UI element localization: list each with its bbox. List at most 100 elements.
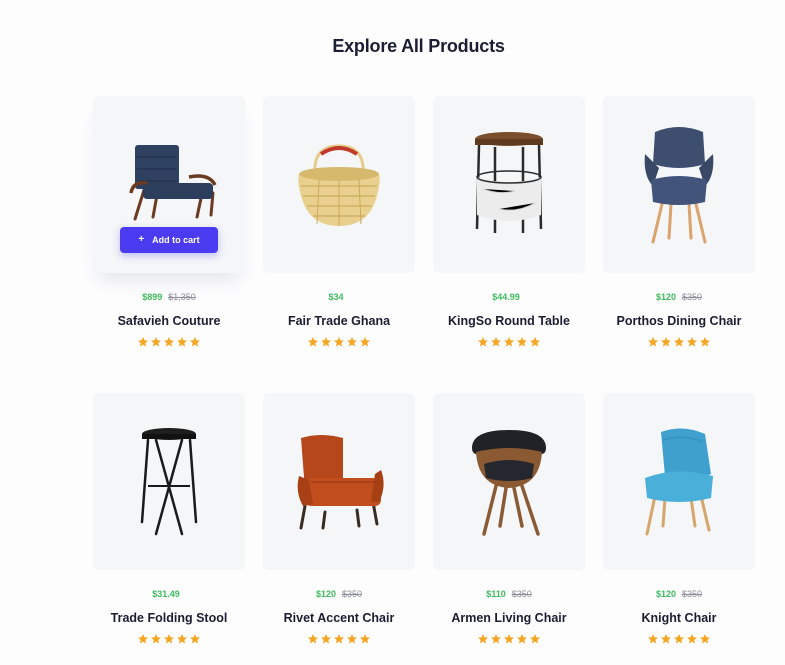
star-icon bbox=[190, 337, 200, 347]
star-icon bbox=[687, 337, 697, 347]
product-old-price: $1,350 bbox=[168, 292, 196, 302]
rating-stars bbox=[263, 336, 415, 348]
star-icon bbox=[138, 634, 148, 644]
product-image[interactable] bbox=[603, 393, 755, 570]
product-image[interactable] bbox=[263, 96, 415, 273]
star-icon bbox=[478, 634, 488, 644]
basket-icon bbox=[298, 143, 380, 226]
star-icon bbox=[700, 634, 710, 644]
price-row: $110 $350 bbox=[433, 588, 585, 600]
price-row: $120 $350 bbox=[603, 291, 755, 303]
product-price: $120 bbox=[655, 292, 676, 302]
product-old-price: $350 bbox=[342, 589, 363, 599]
product-card[interactable]: $44.99 KingSo Round Table bbox=[433, 96, 585, 366]
rating-stars bbox=[93, 633, 245, 645]
product-name[interactable]: Safavieh Couture bbox=[93, 314, 245, 328]
product-card[interactable]: $110 $350 Armen Living Chair bbox=[433, 393, 585, 663]
product-image[interactable]: + Add to cart bbox=[93, 96, 245, 273]
product-image[interactable] bbox=[433, 393, 585, 570]
product-name[interactable]: Trade Folding Stool bbox=[93, 611, 245, 625]
product-card[interactable]: $34 Fair Trade Ghana bbox=[263, 96, 415, 366]
star-icon bbox=[308, 337, 318, 347]
price-row: $120 $350 bbox=[263, 588, 415, 600]
star-icon bbox=[504, 634, 514, 644]
star-icon bbox=[190, 634, 200, 644]
price-row: $44.99 bbox=[433, 291, 585, 303]
product-name[interactable]: KingSo Round Table bbox=[433, 314, 585, 328]
product-name[interactable]: Fair Trade Ghana bbox=[263, 314, 415, 328]
rating-stars bbox=[93, 336, 245, 348]
product-old-price: $350 bbox=[511, 589, 532, 599]
product-price: $120 bbox=[315, 589, 336, 599]
product-card[interactable]: $31.49 Trade Folding Stool bbox=[93, 393, 245, 663]
star-icon bbox=[334, 634, 344, 644]
rating-stars bbox=[263, 633, 415, 645]
price-row: $899 $1,350 bbox=[93, 291, 245, 303]
star-icon bbox=[321, 634, 331, 644]
star-icon bbox=[151, 634, 161, 644]
product-image[interactable] bbox=[263, 393, 415, 570]
side-chair-icon bbox=[645, 427, 713, 535]
product-card[interactable]: $120 $350 Porthos Dining Chair bbox=[603, 96, 755, 366]
star-icon bbox=[530, 634, 540, 644]
rating-stars bbox=[603, 336, 755, 348]
star-icon bbox=[674, 337, 684, 347]
product-image[interactable] bbox=[603, 96, 755, 273]
star-icon bbox=[347, 337, 357, 347]
folding-stool-icon bbox=[140, 427, 198, 535]
product-price: $120 bbox=[655, 589, 676, 599]
rating-stars bbox=[433, 336, 585, 348]
star-icon bbox=[661, 634, 671, 644]
rating-stars bbox=[603, 633, 755, 645]
add-to-cart-button[interactable]: + Add to cart bbox=[120, 227, 218, 253]
star-icon bbox=[347, 634, 357, 644]
price-row: $34 bbox=[263, 291, 415, 303]
star-icon bbox=[674, 634, 684, 644]
star-icon bbox=[177, 337, 187, 347]
star-icon bbox=[517, 337, 527, 347]
price-row: $31.49 bbox=[93, 588, 245, 600]
star-icon bbox=[321, 337, 331, 347]
price-row: $120 $350 bbox=[603, 588, 755, 600]
armchair-icon bbox=[129, 145, 217, 221]
product-price: $44.99 bbox=[492, 292, 520, 302]
product-price: $31.49 bbox=[152, 589, 180, 599]
plus-icon: + bbox=[138, 234, 145, 245]
star-icon bbox=[687, 634, 697, 644]
product-old-price: $350 bbox=[682, 292, 703, 302]
star-icon bbox=[517, 634, 527, 644]
star-icon bbox=[334, 337, 344, 347]
star-icon bbox=[700, 337, 710, 347]
swivel-chair-icon bbox=[472, 429, 546, 536]
star-icon bbox=[530, 337, 540, 347]
product-card[interactable]: + Add to cart $899 $1,350 Safavieh Coutur… bbox=[93, 96, 245, 366]
product-card[interactable]: $120 $350 Rivet Accent Chair bbox=[263, 393, 415, 663]
dining-chair-icon bbox=[644, 126, 714, 243]
star-icon bbox=[164, 634, 174, 644]
star-icon bbox=[360, 634, 370, 644]
product-card[interactable]: $120 $350 Knight Chair bbox=[603, 393, 755, 663]
add-to-cart-label: Add to cart bbox=[152, 235, 200, 245]
product-image[interactable] bbox=[93, 393, 245, 570]
page-title: Explore All Products bbox=[332, 36, 505, 56]
product-price: $899 bbox=[142, 292, 163, 302]
product-name[interactable]: Knight Chair bbox=[603, 611, 755, 625]
product-old-price: $350 bbox=[682, 589, 703, 599]
star-icon bbox=[177, 634, 187, 644]
star-icon bbox=[308, 634, 318, 644]
star-icon bbox=[648, 634, 658, 644]
product-price: $110 bbox=[486, 589, 506, 599]
star-icon bbox=[478, 337, 488, 347]
star-icon bbox=[151, 337, 161, 347]
product-name[interactable]: Porthos Dining Chair bbox=[603, 314, 755, 328]
product-name[interactable]: Rivet Accent Chair bbox=[263, 611, 415, 625]
product-price: $34 bbox=[328, 292, 344, 302]
star-icon bbox=[491, 634, 501, 644]
star-icon bbox=[491, 337, 501, 347]
star-icon bbox=[138, 337, 148, 347]
product-image[interactable] bbox=[433, 96, 585, 273]
star-icon bbox=[504, 337, 514, 347]
product-name[interactable]: Armen Living Chair bbox=[433, 611, 585, 625]
star-icon bbox=[661, 337, 671, 347]
star-icon bbox=[648, 337, 658, 347]
